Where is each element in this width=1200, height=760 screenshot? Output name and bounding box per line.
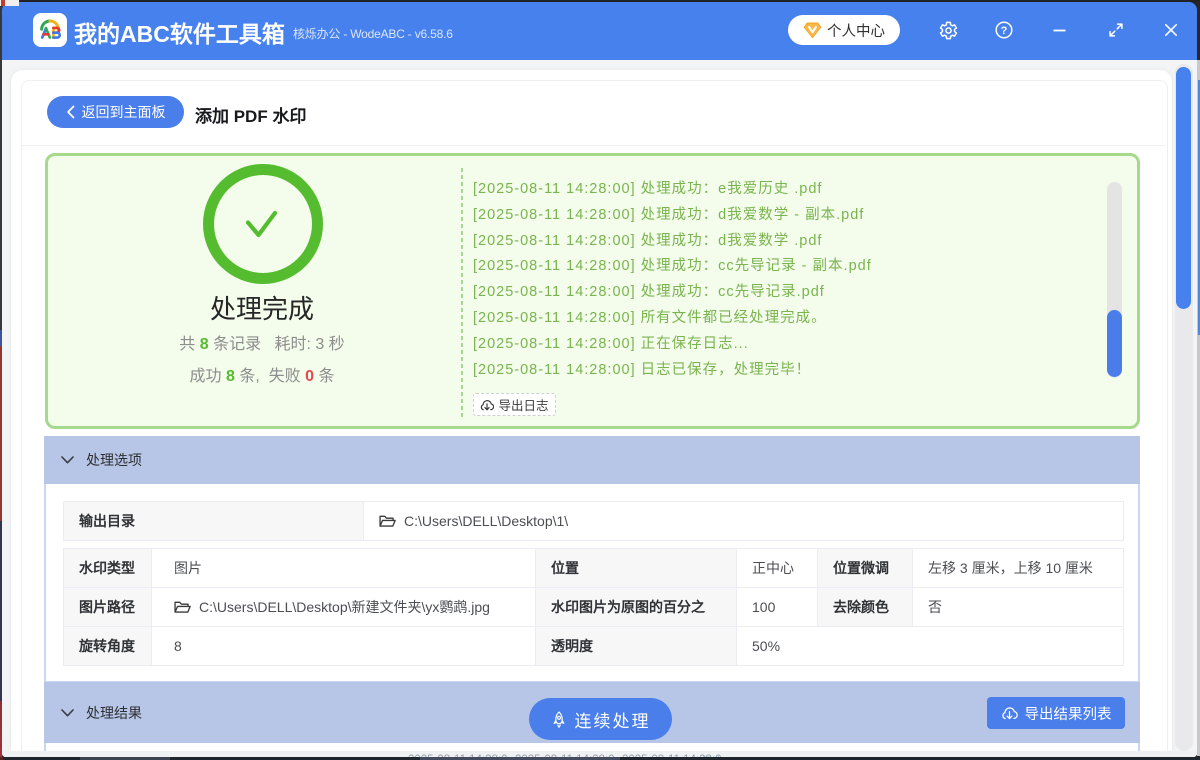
svg-text:?: ? — [1001, 25, 1008, 37]
